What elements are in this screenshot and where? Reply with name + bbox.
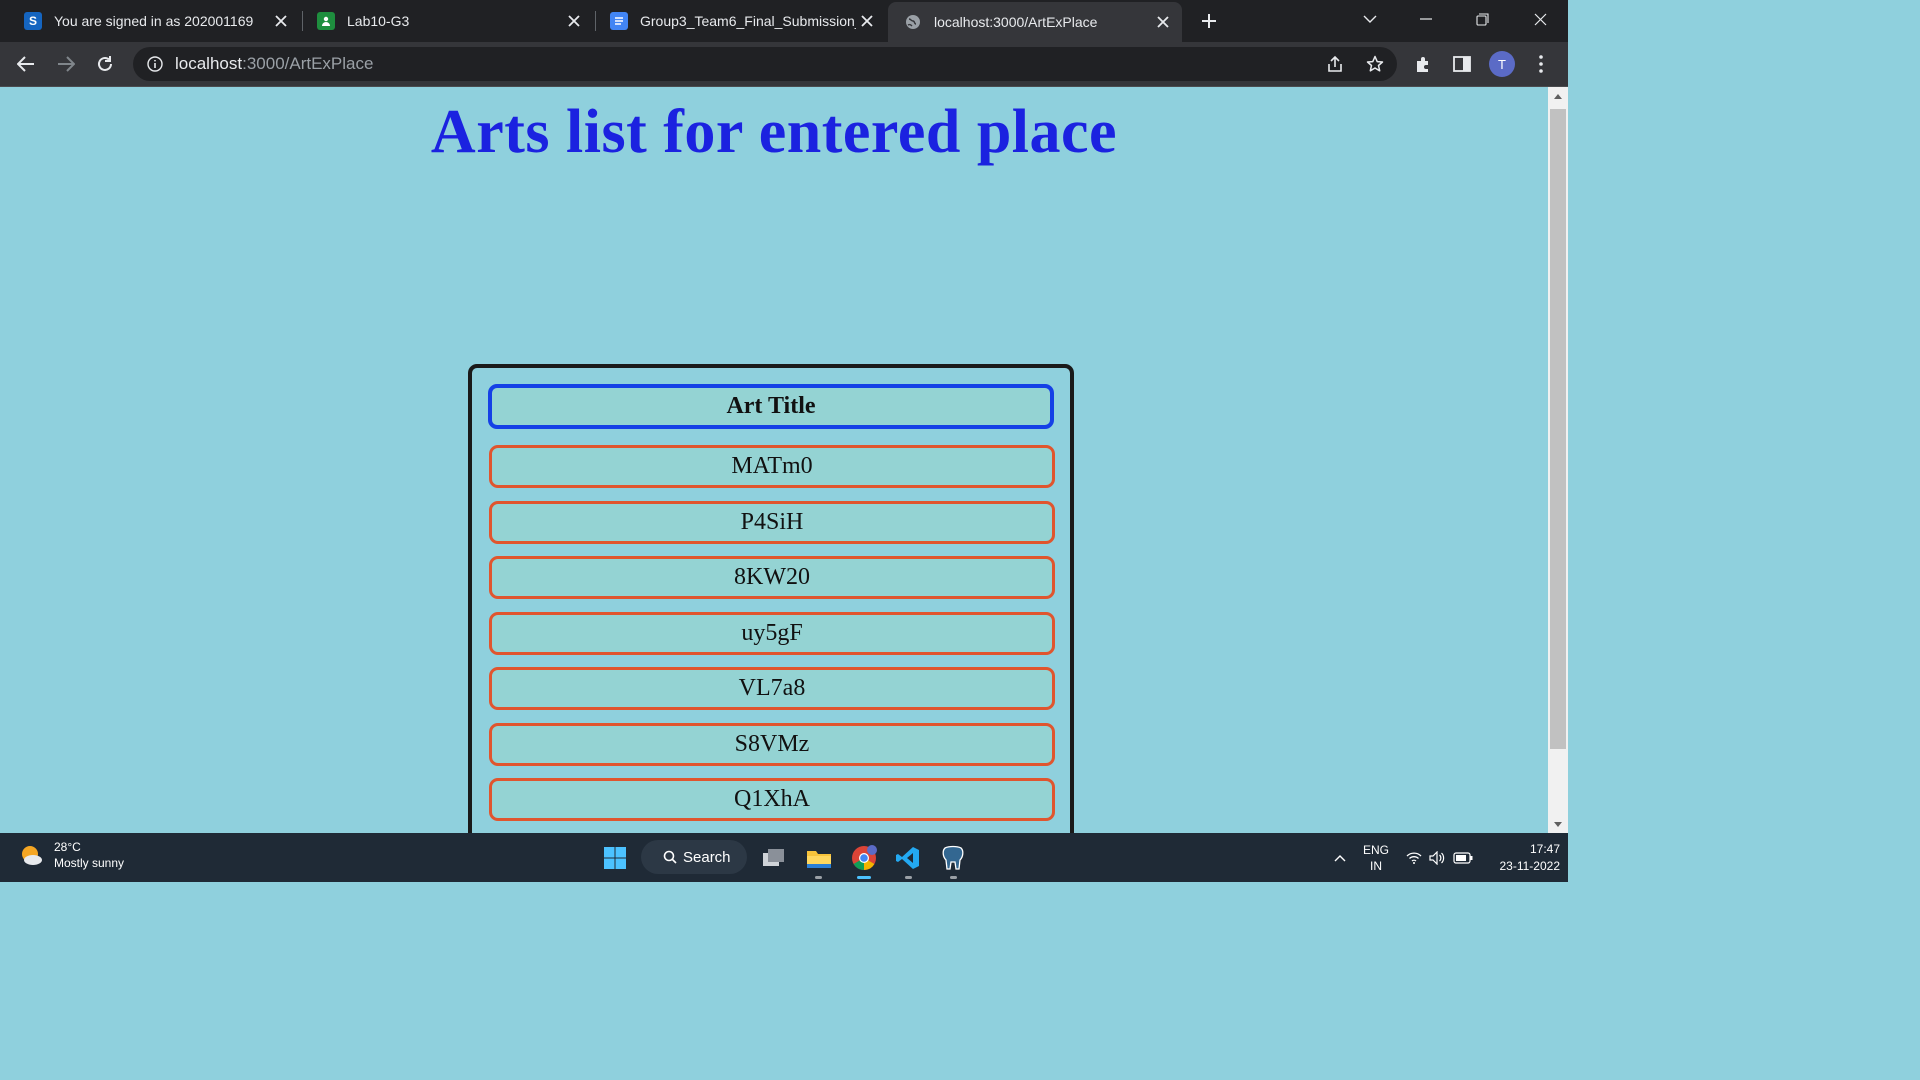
- art-row: VL7a8: [489, 667, 1055, 710]
- url-path: :3000/ArtExPlace: [242, 54, 374, 73]
- windows-start-icon[interactable]: [598, 841, 632, 875]
- browser-toolbar: localhost:3000/ArtExPlace T: [0, 42, 1568, 87]
- bookmark-star-icon[interactable]: [1359, 47, 1391, 81]
- profile-initial: T: [1489, 51, 1515, 77]
- weather-desc: Mostly sunny: [54, 856, 125, 870]
- tab-artexplace[interactable]: localhost:3000/ArtExPlace: [888, 2, 1182, 42]
- tab-title: Group3_Team6_Final_Submission_V2: [640, 13, 856, 29]
- tab-title: You are signed in as 202001169: [54, 13, 254, 29]
- clock-date: 23-11-2022: [1499, 859, 1561, 873]
- tray-overflow-chevron-icon[interactable]: [1328, 833, 1352, 882]
- chrome-menu-icon[interactable]: [1527, 50, 1555, 78]
- art-row: Q1XhA: [489, 778, 1055, 821]
- forward-button[interactable]: [52, 50, 80, 78]
- tab-title: Lab10-G3: [347, 13, 410, 29]
- tab-group3-doc[interactable]: Group3_Team6_Final_Submission_V2: [586, 0, 886, 42]
- restore-button[interactable]: [1454, 0, 1510, 38]
- art-row: uy5gF: [489, 612, 1055, 655]
- vscode-icon[interactable]: [891, 841, 925, 875]
- weather-widget[interactable]: 28°C Mostly sunny: [18, 839, 124, 871]
- lang-region: IN: [1370, 858, 1382, 873]
- new-tab-button[interactable]: [1196, 8, 1222, 34]
- clock[interactable]: 17:47 23-11-2022: [1478, 841, 1561, 875]
- close-tab-icon[interactable]: [270, 10, 292, 32]
- tab-strip: S You are signed in as 202001169 Lab10-G…: [0, 0, 1568, 42]
- address-bar[interactable]: localhost:3000/ArtExPlace: [133, 47, 1397, 81]
- running-indicator: [950, 876, 957, 879]
- tab-lab10[interactable]: Lab10-G3: [293, 0, 593, 42]
- s-letter-favicon: S: [24, 12, 42, 30]
- tab-signed-in[interactable]: S You are signed in as 202001169: [0, 0, 300, 42]
- page-title: Arts list for entered place: [430, 98, 1118, 166]
- battery-icon[interactable]: [1451, 833, 1475, 882]
- running-indicator: [815, 876, 822, 879]
- back-button[interactable]: [12, 50, 40, 78]
- tab-search-button[interactable]: [1342, 0, 1398, 38]
- art-row: S8VMz: [489, 723, 1055, 766]
- page-viewport: Arts list for entered place Art Title MA…: [0, 87, 1548, 833]
- google-docs-favicon: [610, 12, 628, 30]
- close-window-button[interactable]: [1512, 0, 1568, 38]
- url-host: localhost: [175, 54, 243, 73]
- sun-cloud-icon: [22, 846, 42, 865]
- google-classroom-favicon: [317, 12, 335, 30]
- art-title-header: Art Title: [488, 384, 1054, 429]
- profile-avatar[interactable]: T: [1488, 50, 1516, 78]
- scroll-down-arrow-icon[interactable]: [1548, 815, 1568, 833]
- arts-list-container: Art Title MATm0 P4SiH 8KW20 uy5gF VL7a8 …: [468, 364, 1074, 833]
- clock-time: 17:47: [1529, 842, 1560, 856]
- running-indicator: [905, 876, 912, 879]
- close-tab-icon[interactable]: [856, 10, 878, 32]
- extensions-icon[interactable]: [1409, 50, 1437, 78]
- tab-title: localhost:3000/ArtExPlace: [934, 14, 1098, 30]
- wifi-icon[interactable]: [1404, 833, 1424, 882]
- search-icon: [663, 850, 677, 864]
- art-row: MATm0: [489, 445, 1055, 488]
- lang-code: ENG: [1362, 842, 1389, 857]
- postgresql-elephant-icon[interactable]: [936, 841, 970, 875]
- scrollbar-thumb[interactable]: [1550, 109, 1566, 749]
- address-url[interactable]: localhost:3000/ArtExPlace: [175, 54, 373, 74]
- art-row: P4SiH: [489, 501, 1055, 544]
- volume-icon[interactable]: [1427, 833, 1447, 882]
- page-scrollbar[interactable]: [1548, 87, 1568, 833]
- globe-favicon: [904, 13, 922, 31]
- minimize-button[interactable]: [1398, 0, 1454, 38]
- search-label: Search: [683, 848, 731, 866]
- side-panel-icon[interactable]: [1448, 50, 1476, 78]
- task-view-icon[interactable]: [757, 841, 791, 875]
- scroll-up-arrow-icon[interactable]: [1548, 87, 1568, 105]
- share-icon[interactable]: [1319, 47, 1351, 81]
- close-tab-icon[interactable]: [1152, 11, 1174, 33]
- site-info-icon[interactable]: [145, 54, 165, 74]
- file-explorer-icon[interactable]: [802, 841, 836, 875]
- reload-button[interactable]: [91, 50, 119, 78]
- windows-taskbar: 28°C Mostly sunny Search ENG IN 17:47 23…: [0, 833, 1568, 882]
- active-indicator: [857, 876, 871, 879]
- weather-temp: 28°C: [54, 840, 81, 854]
- taskbar-search-button[interactable]: Search: [641, 840, 747, 874]
- language-indicator[interactable]: ENG IN: [1360, 833, 1392, 882]
- close-tab-icon[interactable]: [563, 10, 585, 32]
- art-row: 8KW20: [489, 556, 1055, 599]
- chrome-icon[interactable]: [847, 841, 881, 875]
